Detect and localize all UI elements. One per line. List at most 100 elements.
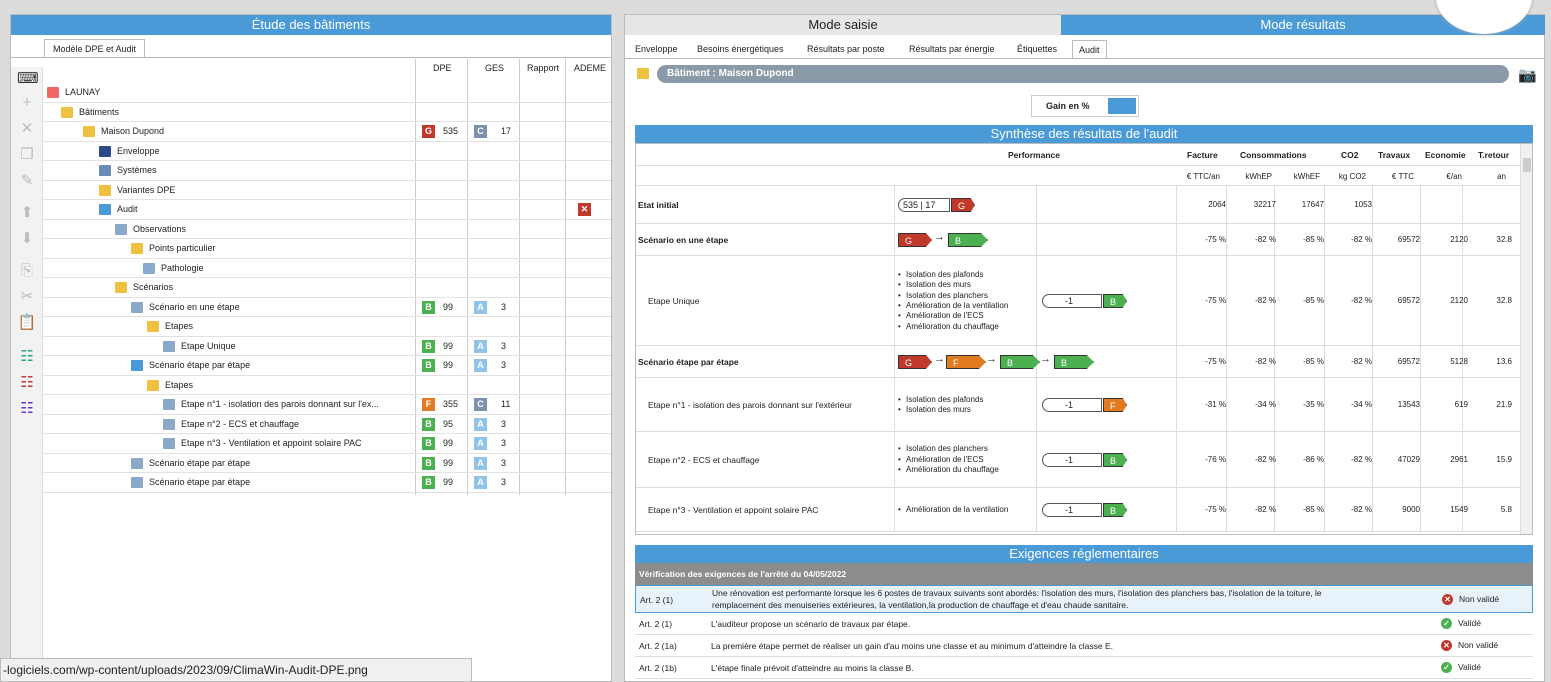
tree-row[interactable]: Scénario en une étape B 99 A 3 bbox=[43, 298, 611, 317]
unit-retour: an bbox=[1497, 172, 1506, 181]
synthese-header-row: Performance Facture Consommations CO2 Tr… bbox=[636, 144, 1520, 166]
tree-item-label[interactable]: Maison Dupond bbox=[83, 122, 164, 141]
add-icon[interactable]: + bbox=[17, 93, 37, 113]
tree-item-label[interactable]: Etapes bbox=[147, 317, 193, 336]
tree-item-label[interactable]: Enveloppe bbox=[99, 142, 160, 161]
tree-item-label[interactable]: Pathologie bbox=[143, 259, 204, 278]
tree-item-label[interactable]: Etape n°2 - ECS et chauffage bbox=[163, 415, 299, 434]
synthese-units-row: € TTC/an kWhEP kWhEF kg CO2 € TTC €/an a… bbox=[636, 166, 1520, 186]
tree-item-label[interactable]: Scénario en une étape bbox=[131, 298, 240, 317]
tree-row[interactable]: Scénario étape par étape B 99 A 3 bbox=[43, 473, 611, 493]
dpe-value: 99 bbox=[443, 438, 454, 448]
tree-row[interactable]: Scénarios bbox=[43, 278, 611, 298]
tree-item-label[interactable]: Audit bbox=[99, 200, 138, 219]
tree-item-label[interactable]: Bâtiments bbox=[61, 103, 119, 122]
tree-item-label[interactable]: Scénario étape par étape bbox=[131, 473, 250, 492]
tree-item-label[interactable]: Variantes DPE bbox=[99, 181, 175, 200]
tree-node-icon bbox=[147, 321, 159, 333]
cut-icon[interactable]: ✂ bbox=[17, 287, 37, 307]
tree-item-label[interactable]: Etape Unique bbox=[163, 337, 236, 356]
synthese-row: Etat initial 535 | 17 G 2064 32217 17647 1053 bbox=[636, 186, 1520, 224]
works-list: • Amélioration de la ventilation bbox=[896, 505, 1008, 515]
status-label: Validé bbox=[1458, 662, 1481, 672]
ges-badge: A bbox=[474, 339, 487, 353]
keyboard-icon[interactable]: ⌨ bbox=[17, 69, 39, 89]
tree-row[interactable]: Etape n°3 - Ventilation et appoint solai… bbox=[43, 434, 611, 454]
tree-item-label[interactable]: Points particulier bbox=[131, 239, 216, 258]
tab-audit[interactable]: Audit bbox=[1072, 40, 1107, 58]
tree-row[interactable]: Etape Unique B 99 A 3 bbox=[43, 337, 611, 356]
tab-etiquettes[interactable]: Étiquettes bbox=[1011, 40, 1063, 58]
tree-row[interactable]: Etape n°2 - ECS et chauffage B 95 A 3 bbox=[43, 415, 611, 434]
exigence-row[interactable]: Art. 2 (1) L'auditeur propose un scénario… bbox=[635, 613, 1533, 635]
tree-item-label[interactable]: Etape n°3 - Ventilation et appoint solai… bbox=[163, 434, 362, 453]
edit-icon[interactable]: ✎ bbox=[17, 171, 37, 191]
dpe-badge: B bbox=[422, 339, 435, 353]
move-down-icon[interactable]: ⬇ bbox=[17, 229, 37, 249]
tab-resultats-energie[interactable]: Résultats par énergie bbox=[903, 40, 1001, 58]
tree-row[interactable]: Maison Dupond G 535 C 17 bbox=[43, 122, 611, 142]
delete-icon[interactable]: ✕ bbox=[17, 119, 37, 139]
exigence-text-line2: remplacement des menuiseries extérieures… bbox=[712, 600, 1129, 610]
ges-value: 11 bbox=[501, 399, 511, 409]
mode-saisie-tab[interactable]: Mode saisie bbox=[625, 15, 1061, 35]
gain-switch[interactable] bbox=[1108, 98, 1136, 114]
ges-badge: A bbox=[474, 300, 487, 314]
tree-row[interactable]: Audit ✕ bbox=[43, 200, 611, 220]
tree-item-label[interactable]: Etapes bbox=[147, 376, 193, 395]
value-co2: -34 % bbox=[1351, 400, 1372, 409]
tree-row[interactable]: Etapes bbox=[43, 317, 611, 337]
tab-resultats-poste[interactable]: Résultats par poste bbox=[801, 40, 891, 58]
tree-row[interactable]: Enveloppe bbox=[43, 142, 611, 161]
tree-item-label[interactable]: Systèmes bbox=[99, 161, 157, 180]
row-label: Etape n°3 - Ventilation et appoint solai… bbox=[648, 505, 819, 515]
value-travaux: 13543 bbox=[1397, 400, 1420, 409]
row-label: Etat initial bbox=[638, 200, 679, 210]
remove-row-icon[interactable]: ☷ bbox=[17, 373, 37, 393]
tree-item-label[interactable]: Scénarios bbox=[115, 278, 173, 297]
tree-row[interactable]: Observations bbox=[43, 220, 611, 239]
tree-node-text: Etapes bbox=[165, 379, 194, 390]
tree-item-label[interactable]: Etape n°1 - isolation des parois donnant… bbox=[163, 395, 379, 414]
copy-icon[interactable]: ⎘ bbox=[17, 261, 37, 281]
tree-node-icon bbox=[99, 165, 111, 177]
exigence-row[interactable]: Art. 2 (1) Une rénovation est performante… bbox=[635, 585, 1533, 613]
ges-value: 3 bbox=[501, 457, 507, 468]
tree-row[interactable]: Systèmes bbox=[43, 161, 611, 181]
tree-item-label[interactable]: LAUNAY bbox=[47, 83, 100, 102]
paste-icon[interactable]: 📋 bbox=[17, 313, 37, 333]
tree-row[interactable]: LAUNAY bbox=[43, 83, 611, 103]
ademe-error-icon[interactable]: ✕ bbox=[578, 203, 591, 216]
tree-row[interactable]: Variantes DPE bbox=[43, 181, 611, 200]
settings-row-icon[interactable]: ☷ bbox=[17, 399, 37, 419]
tree-item-label[interactable]: Scénario étape par étape bbox=[131, 454, 250, 473]
value-facture: -76 % bbox=[1205, 455, 1226, 464]
works-item: • Isolation des planchers bbox=[898, 444, 988, 454]
exigence-text: L'étape finale prévoit d'atteindre au mo… bbox=[711, 663, 914, 673]
tree-row[interactable]: Bâtiments bbox=[43, 103, 611, 122]
synthese-scrollbar[interactable] bbox=[1520, 144, 1532, 534]
tree-row[interactable]: Etapes bbox=[43, 376, 611, 395]
exigence-row[interactable]: Art. 2 (1b) L'étape finale prévoit d'atte… bbox=[635, 657, 1533, 679]
value-eco: 619 bbox=[1454, 400, 1468, 409]
value-kwhep: 32217 bbox=[1253, 200, 1276, 209]
duplicate-icon[interactable]: ❐ bbox=[17, 145, 37, 165]
tree-item-label[interactable]: Observations bbox=[115, 220, 186, 239]
gain-scale: -1 B bbox=[1042, 503, 1127, 517]
tree-row[interactable]: Etape n°1 - isolation des parois donnant… bbox=[43, 395, 611, 415]
tree-row[interactable]: Scénario étape par étape B 99 A 3 bbox=[43, 454, 611, 473]
dpe-value: 99 bbox=[443, 340, 454, 351]
tab-modele-dpe-audit[interactable]: Modèle DPE et Audit bbox=[44, 39, 146, 57]
tree-row[interactable]: Points particulier bbox=[43, 239, 611, 259]
synthese-row: Etape Unique • Isolation des plafonds • Isol… bbox=[636, 256, 1520, 346]
move-up-icon[interactable]: ⬆ bbox=[17, 203, 37, 223]
tab-enveloppe[interactable]: Enveloppe bbox=[629, 40, 684, 58]
gain-toggle[interactable]: Gain en % bbox=[1031, 95, 1139, 117]
exigence-row[interactable]: Art. 2 (1a) La première étape permet de r… bbox=[635, 635, 1533, 657]
tab-besoins[interactable]: Besoins énergétiques bbox=[691, 40, 790, 58]
tree-row[interactable]: Pathologie bbox=[43, 259, 611, 278]
tree-row[interactable]: Scénario étape par étape B 99 A 3 bbox=[43, 356, 611, 376]
add-row-icon[interactable]: ☷ bbox=[17, 347, 37, 367]
camera-icon[interactable]: 📷 bbox=[1518, 66, 1537, 84]
tree-item-label[interactable]: Scénario étape par étape bbox=[131, 356, 250, 375]
